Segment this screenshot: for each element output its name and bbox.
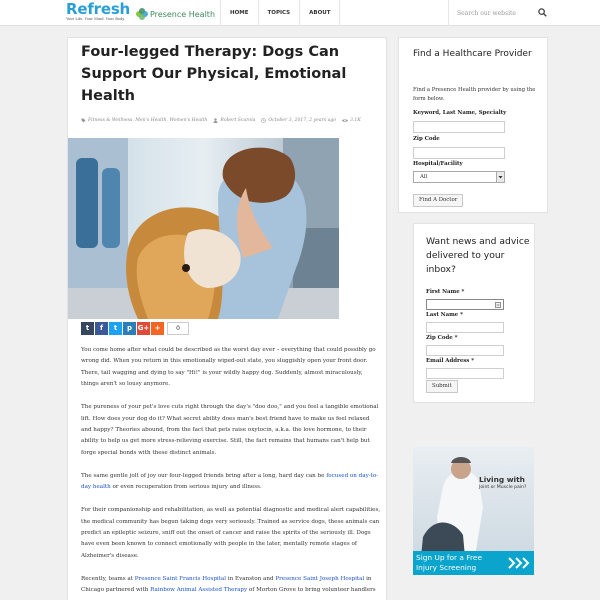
injury-screening-ad[interactable]: Living with Joint or Muscle pain? Sign U… [413, 447, 534, 575]
eye-icon [342, 118, 349, 122]
clock-icon [261, 117, 267, 123]
first-name-label: First Name * [426, 289, 465, 295]
nav-topics[interactable]: TOPICS [257, 0, 300, 26]
email-input[interactable] [426, 368, 504, 379]
keyword-input[interactable] [413, 121, 505, 133]
zip-input[interactable] [426, 345, 504, 356]
category-link[interactable]: Women's Health [169, 118, 207, 123]
search-input[interactable] [457, 8, 537, 18]
first-name-input[interactable] [426, 299, 504, 310]
tumblr-share-button[interactable]: t [81, 322, 94, 335]
zip-label: Zip Code [413, 136, 440, 142]
email-label: Email Address * [426, 358, 475, 364]
site-header: Refresh Your Life. Your Mind. Your Body.… [0, 0, 600, 26]
nav-about[interactable]: ABOUT [299, 0, 341, 26]
ad-headline: Living with [479, 475, 525, 484]
share-count: 0 [167, 322, 189, 335]
search-icon[interactable] [538, 8, 547, 17]
author-name[interactable]: Robert Scarola [220, 118, 255, 123]
paragraph: You come home after what could be descri… [81, 347, 376, 388]
keyword-label: Keyword, Last Name, Specialty [413, 110, 507, 116]
newsletter-heading: Want news and advice delivered to your i… [426, 236, 530, 275]
publish-date: October 3, 2017, 2 years ago [268, 117, 337, 123]
find-provider-widget: Find a Healthcare Provider Find a Presen… [398, 37, 548, 213]
saint-joseph-link[interactable]: Presence Saint Joseph Hospital [275, 576, 364, 582]
chevron-right-icon [508, 557, 530, 569]
article-meta: Fitness & Wellness, Men's Health, Women'… [81, 116, 381, 124]
last-name-input[interactable] [426, 322, 504, 333]
zip-label: Zip Code * [426, 335, 458, 341]
nav-home[interactable]: HOME [220, 0, 258, 26]
zip-input[interactable] [413, 147, 505, 159]
ad-subheadline: Joint or Muscle pain? [479, 485, 527, 490]
paragraph: For their companionship and rehabilitati… [81, 507, 381, 559]
article-body: You come home after what could be descri… [81, 345, 381, 600]
hospital-select-value: All [420, 174, 428, 180]
last-name-label: Last Name * [426, 312, 463, 318]
main-nav: HOME TOPICS ABOUT [220, 0, 341, 26]
hero-image-dog-patient [68, 138, 339, 319]
article-card: Four-legged Therapy: Dogs Can Support Ou… [67, 37, 387, 600]
paragraph: Recently, teams at Presence Saint Franci… [81, 575, 376, 594]
find-doctor-button[interactable]: Find A Doctor [413, 194, 464, 207]
search-box [448, 0, 552, 26]
paragraph: The same gentle jolt of joy our four-leg… [81, 472, 379, 491]
provider-heading: Find a Healthcare Provider [413, 49, 532, 59]
twitter-share-button[interactable]: t [109, 322, 122, 335]
presence-health-logo[interactable]: Presence Health [136, 7, 215, 21]
chevron-down-icon [496, 172, 504, 182]
ad-cta-line2: Injury Screening [416, 563, 477, 572]
user-icon [213, 117, 218, 123]
saint-francis-link[interactable]: Presence Saint Francis Hospital [135, 576, 226, 582]
hospital-label: Hospital/Facility [413, 161, 463, 167]
share-bar: t f t p G+ + 0 [81, 322, 189, 335]
view-count: 3.1K [350, 117, 361, 123]
article-title: Four-legged Therapy: Dogs Can Support Ou… [81, 44, 347, 104]
category-link[interactable]: Fitness & Wellness [88, 118, 132, 123]
refresh-logo[interactable]: Refresh Your Life. Your Mind. Your Body. [66, 0, 131, 24]
more-share-button[interactable]: + [151, 322, 164, 335]
hospital-select[interactable]: All [413, 171, 505, 183]
presence-health-mark-icon [136, 8, 148, 20]
facebook-share-button[interactable]: f [95, 322, 108, 335]
presence-health-text: Presence Health [150, 9, 216, 19]
ad-cta-line1: Sign Up for a Free [416, 553, 482, 562]
print-share-button[interactable]: p [123, 322, 136, 335]
category-link[interactable]: Men's Health [135, 118, 166, 123]
rainbow-therapy-link[interactable]: Rainbow Animal Assisted Therapy [150, 587, 247, 593]
paragraph: The pureness of your pet's love cuts rig… [81, 404, 379, 456]
newsletter-widget: Want news and advice delivered to your i… [413, 223, 535, 403]
provider-intro: Find a Presence Health provider by using… [413, 87, 536, 102]
logo-tagline: Your Life. Your Mind. Your Body. [66, 17, 125, 21]
logo-text: Refresh [66, 0, 131, 18]
autofill-icon [495, 302, 501, 308]
submit-button[interactable]: Submit [426, 380, 458, 393]
google-plus-share-button[interactable]: G+ [137, 322, 150, 335]
tag-icon [81, 118, 86, 122]
